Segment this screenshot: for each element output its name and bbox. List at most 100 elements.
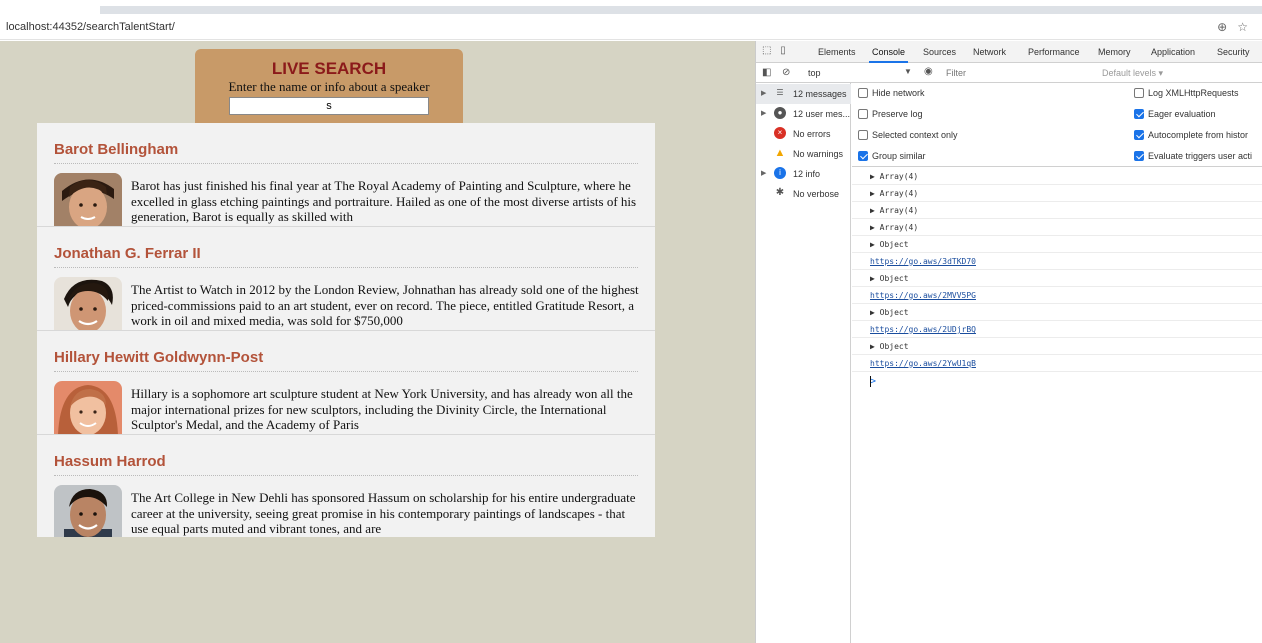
result-description: The Art College in New Dehli has sponsor… (131, 490, 636, 536)
autocomplete-history-option[interactable]: Autocomplete from histor (1134, 130, 1248, 140)
tab-strip-bar (100, 6, 1262, 14)
result-description: Hillary is a sophomore art sculpture stu… (131, 386, 633, 432)
log-text[interactable]: ▶ Array(4) (870, 189, 918, 198)
log-levels-dropdown[interactable]: Default levels ▾ (1102, 68, 1163, 79)
log-text[interactable]: ▶ Array(4) (870, 206, 918, 215)
expand-arrow-icon[interactable]: ▶ (761, 109, 766, 117)
sidebar-item-label: 12 info (793, 169, 821, 179)
divider (54, 371, 638, 372)
text-caret (870, 376, 871, 387)
console-log-row[interactable]: https://go.aws/2MVV5PG (852, 287, 1262, 304)
log-link[interactable]: https://go.aws/2YwU1qB (870, 359, 976, 368)
devtools-tab-bar: ⬚ ▯ Elements Console Sources Network Per… (756, 41, 1262, 63)
results-list: Barot Bellingham Barot has just finished… (37, 123, 655, 537)
avatar (54, 173, 122, 226)
evaluate-triggers-option[interactable]: Evaluate triggers user acti (1134, 151, 1252, 161)
sidebar-item-label: No errors (793, 129, 831, 139)
clear-console-icon[interactable]: ⊘ (782, 67, 790, 78)
preserve-log-option[interactable]: Preserve log (858, 109, 923, 119)
dropdown-arrow-icon[interactable]: ▼ (904, 67, 912, 76)
evaluate-triggers-checkbox[interactable] (1134, 151, 1144, 161)
selected-context-checkbox[interactable] (858, 130, 868, 140)
log-text[interactable]: ▶ Array(4) (870, 172, 918, 181)
tab-sources[interactable]: Sources (923, 47, 956, 57)
url-text[interactable]: localhost:44352/searchTalentStart/ (6, 21, 175, 33)
log-text[interactable]: ▶ Object (870, 342, 909, 351)
inspect-icon[interactable]: ⬚ (762, 45, 771, 56)
log-link[interactable]: https://go.aws/2MVV5PG (870, 291, 976, 300)
group-similar-checkbox[interactable] (858, 151, 868, 161)
console-log-row[interactable]: ▶ Array(4) (852, 202, 1262, 219)
result-item: Hillary Hewitt Goldwynn-Post Hillary is … (37, 331, 655, 435)
filter-input[interactable] (946, 66, 1096, 80)
result-item: Jonathan G. Ferrar II The Artist to Watc… (37, 227, 655, 331)
log-link[interactable]: https://go.aws/3dTKD70 (870, 257, 976, 266)
console-log-row[interactable]: https://go.aws/2UDjrBQ (852, 321, 1262, 338)
device-toggle-icon[interactable]: ▯ (780, 45, 786, 56)
live-expression-eye-icon[interactable]: ◉ (924, 66, 933, 77)
log-text[interactable]: ▶ Object (870, 240, 909, 249)
sidebar-item-warnings[interactable]: ▲ No warnings (756, 144, 851, 164)
avatar (54, 277, 122, 330)
log-text[interactable]: ▶ Object (870, 274, 909, 283)
hide-network-option[interactable]: Hide network (858, 88, 925, 98)
console-log-row[interactable]: ▶ Object (852, 236, 1262, 253)
console-log-row[interactable]: ▶ Object (852, 270, 1262, 287)
console-prompt-row[interactable]: > (852, 372, 1262, 389)
eager-evaluation-option[interactable]: Eager evaluation (1134, 109, 1216, 119)
expand-arrow-icon[interactable]: ▶ (761, 169, 766, 177)
sidebar-item-messages[interactable]: ▶ ☰ 12 messages (756, 84, 851, 104)
tab-performance[interactable]: Performance (1028, 47, 1080, 57)
browser-top-strip (0, 0, 1262, 16)
log-link[interactable]: https://go.aws/2UDjrBQ (870, 325, 976, 334)
log-text[interactable]: ▶ Object (870, 308, 909, 317)
bug-icon: ✱ (775, 187, 785, 198)
zoom-icon[interactable]: ⊕ (1217, 20, 1237, 34)
sidebar-item-user-messages[interactable]: ▶ ● 12 user mes... (756, 104, 851, 124)
sidebar-item-label: 12 user mes... (793, 109, 851, 119)
log-xhr-option[interactable]: Log XMLHttpRequests (1134, 88, 1239, 98)
search-input[interactable]: s (229, 97, 429, 115)
address-bar-icons: ⊕☆ (1217, 20, 1258, 34)
console-log-row[interactable]: ▶ Array(4) (852, 185, 1262, 202)
divider (54, 163, 638, 164)
tab-network[interactable]: Network (973, 47, 1006, 57)
info-icon: i (774, 167, 786, 179)
group-similar-option[interactable]: Group similar (858, 151, 926, 161)
console-log-row[interactable]: ▶ Array(4) (852, 219, 1262, 236)
context-selector[interactable]: top (808, 68, 821, 78)
result-name: Hillary Hewitt Goldwynn-Post (54, 349, 264, 366)
expand-arrow-icon[interactable]: ▶ (761, 89, 766, 97)
log-text[interactable]: ▶ Array(4) (870, 223, 918, 232)
sidebar-item-verbose[interactable]: ✱ No verbose (756, 184, 851, 204)
sidebar-item-info[interactable]: ▶ i 12 info (756, 164, 851, 184)
live-search-subtitle: Enter the name or info about a speaker (228, 79, 430, 94)
console-settings: Hide network Preserve log Selected conte… (852, 83, 1262, 167)
preserve-log-checkbox[interactable] (858, 109, 868, 119)
tab-security[interactable]: Security (1217, 47, 1250, 57)
selected-context-option[interactable]: Selected context only (858, 130, 958, 140)
star-icon[interactable]: ☆ (1237, 20, 1258, 34)
hide-network-checkbox[interactable] (858, 88, 868, 98)
devtools-toolbar-icons: ⬚ ▯ (762, 45, 786, 56)
eager-evaluation-checkbox[interactable] (1134, 109, 1144, 119)
console-log-row[interactable]: ▶ Array(4) (852, 168, 1262, 185)
autocomplete-history-checkbox[interactable] (1134, 130, 1144, 140)
tab-application[interactable]: Application (1151, 47, 1195, 57)
result-name: Hassum Harrod (54, 453, 166, 470)
console-log-row[interactable]: https://go.aws/3dTKD70 (852, 253, 1262, 270)
sidebar-toggle-icon[interactable]: ◧ (762, 67, 771, 78)
sidebar-item-errors[interactable]: × No errors (756, 124, 851, 144)
console-log-row[interactable]: ▶ Object (852, 304, 1262, 321)
log-xhr-checkbox[interactable] (1134, 88, 1144, 98)
tab-elements[interactable]: Elements (818, 47, 856, 57)
tab-console[interactable]: Console (868, 47, 909, 63)
console-toolbar: ◧ ⊘ top ▼ ◉ Default levels ▾ (756, 63, 1262, 83)
console-log-row[interactable]: ▶ Object (852, 338, 1262, 355)
tab-memory[interactable]: Memory (1098, 47, 1131, 57)
console-log-row[interactable]: https://go.aws/2YwU1qB (852, 355, 1262, 372)
user-icon: ● (774, 107, 786, 119)
address-bar[interactable]: localhost:44352/searchTalentStart/ ⊕☆ (0, 16, 1262, 40)
eager-evaluation-label: Eager evaluation (1148, 109, 1216, 119)
hide-network-label: Hide network (872, 88, 925, 98)
